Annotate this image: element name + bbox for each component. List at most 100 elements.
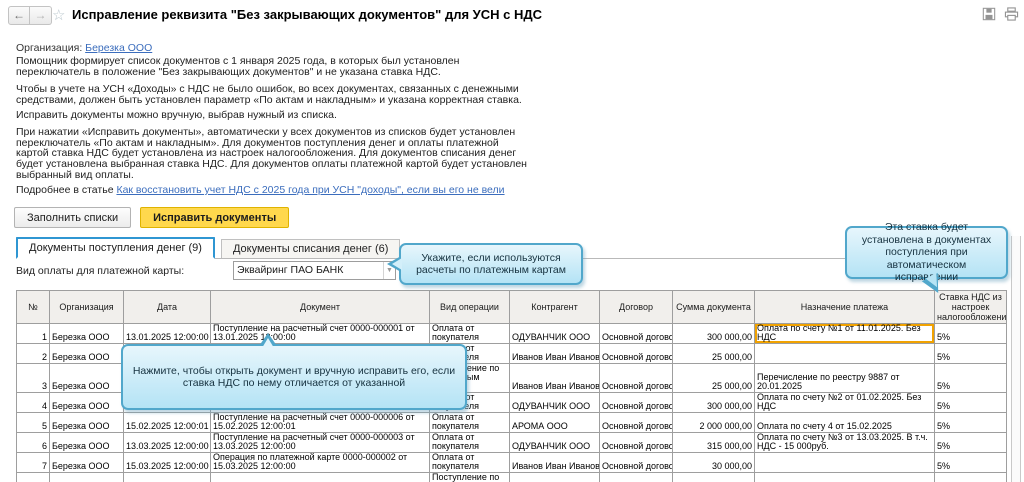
table-cell[interactable]: Березка ООО xyxy=(49,452,124,473)
table-cell[interactable]: 15.03.2025 12:00:00 xyxy=(123,452,211,473)
payment-type-label: Вид оплаты для платежной карты: xyxy=(16,265,185,277)
tab-money-income[interactable]: Документы поступления денег (9) xyxy=(16,237,215,259)
table-cell[interactable]: Основной договор xyxy=(599,472,673,482)
table-cell[interactable]: 5% xyxy=(934,412,1007,433)
callout-text: Укажите, если используются расчеты по пл… xyxy=(416,251,566,277)
table-cell[interactable]: Основной договор xyxy=(599,392,673,413)
table-cell[interactable]: Основной договор xyxy=(599,323,673,344)
table-cell[interactable]: Березка ООО xyxy=(49,363,124,393)
table-cell[interactable]: 15.02.2025 12:00:01 xyxy=(123,412,211,433)
back-button[interactable]: ← xyxy=(8,6,30,25)
table-cell[interactable]: 3 xyxy=(16,363,50,393)
table-cell[interactable]: Оплата по счету №2 от 01.02.2025. Без НД… xyxy=(754,392,935,413)
table-cell[interactable]: 6 xyxy=(16,432,50,453)
table-cell[interactable] xyxy=(754,343,935,364)
table-cell[interactable]: Оплата от покупателя xyxy=(429,412,510,433)
column-header: Документ xyxy=(210,290,430,324)
article-link[interactable]: Как восстановить учет НДС с 2025 года пр… xyxy=(116,184,504,196)
column-header: Вид операции xyxy=(429,290,510,324)
table-cell[interactable]: 13.03.2025 12:00:00 xyxy=(123,432,211,453)
table-cell[interactable]: 5% xyxy=(934,323,1007,344)
save-icon[interactable] xyxy=(982,7,996,21)
table-cell[interactable]: Поступление по платежным картам xyxy=(429,472,510,482)
callout-vat-rate: Эта ставка будет установлена в документа… xyxy=(845,221,1008,298)
table-cell[interactable]: 5% xyxy=(934,363,1007,393)
table-cell[interactable]: ОДУВАНЧИК ООО xyxy=(509,392,600,413)
table-cell[interactable] xyxy=(754,452,935,473)
table-row[interactable]: 7 Березка ООО 15.03.2025 12:00:00 Операция … xyxy=(16,452,1007,473)
column-header: Ставка НДС из настроек налогообложения xyxy=(934,290,1007,324)
table-row[interactable]: 8Березка ООО15.03.2025 12:00:01Поступлен… xyxy=(16,472,1007,482)
table-row[interactable]: 5 Березка ООО 15.02.2025 12:00:01 Поступлен… xyxy=(16,412,1007,433)
table-cell[interactable]: Основной договор xyxy=(599,432,673,453)
fill-lists-button[interactable]: Заполнить списки xyxy=(14,207,132,228)
table-cell[interactable]: Основной договор xyxy=(599,363,673,393)
page-title: Исправление реквизита "Без закрывающих д… xyxy=(72,7,542,22)
table-cell[interactable]: АРОМА ООО xyxy=(509,412,600,433)
table-cell[interactable]: Операция по платежной карте 0000-000002 … xyxy=(210,452,430,473)
table-cell[interactable]: 30 000,00 xyxy=(672,472,755,482)
table-cell[interactable]: 30 000,00 xyxy=(672,452,755,473)
vertical-scrollbar[interactable] xyxy=(1011,236,1021,482)
table-cell[interactable]: Березка ООО xyxy=(49,392,124,413)
table-cell[interactable]: ОДУВАНЧИК ООО xyxy=(509,323,600,344)
tab-money-writeoff[interactable]: Документы списания денег (6) xyxy=(220,239,401,258)
table-cell[interactable]: Оплата от покупателя xyxy=(429,452,510,473)
table-cell[interactable]: Березка ООО xyxy=(49,412,124,433)
print-icon[interactable] xyxy=(1004,7,1019,21)
table-cell[interactable]: Основной договор xyxy=(599,412,673,433)
table-cell[interactable]: Основной договор xyxy=(599,343,673,364)
auto-fix-paragraph: При нажатии «Исправить документы», автом… xyxy=(16,126,527,181)
table-cell[interactable]: Березка ООО xyxy=(49,472,124,482)
table-cell[interactable]: Поступление на расчетный счет 0000-00000… xyxy=(210,432,430,453)
table-row[interactable]: 1 Березка ООО 13.01.2025 12:00:00 Поступлен… xyxy=(16,323,1007,344)
table-cell[interactable]: 2 000 000,00 xyxy=(672,412,755,433)
table-cell[interactable]: Перечисление по реестру 9887 от 20.01.20… xyxy=(754,363,935,393)
table-cell[interactable]: Поступление на расчетный счет 0000-00000… xyxy=(210,323,430,344)
table-cell[interactable]: 8 xyxy=(16,472,50,482)
intro-paragraph: Помощник формирует список документов с 1… xyxy=(16,55,460,78)
table-row[interactable]: 6 Березка ООО 13.03.2025 12:00:00 Поступлен… xyxy=(16,432,1007,453)
organization-link[interactable]: Березка ООО xyxy=(85,42,152,54)
table-cell[interactable]: Березка ООО xyxy=(49,343,124,364)
column-header: Контрагент xyxy=(509,290,600,324)
table-cell[interactable]: Иванов Иван Иванович xyxy=(509,472,600,482)
table-cell[interactable]: Оплата по счету №1 от 11.01.2025. Без НД… xyxy=(754,323,935,344)
table-cell[interactable]: Оплата по счету №3 от 13.03.2025. В т.ч.… xyxy=(754,432,935,453)
table-cell[interactable]: 25 000,00 xyxy=(672,343,755,364)
table-cell[interactable]: Иванов Иван Иванович xyxy=(509,363,600,393)
table-cell[interactable]: 4 xyxy=(16,392,50,413)
table-cell[interactable]: Березка ООО xyxy=(49,323,124,344)
table-cell[interactable]: Поступление на расчетный счет 0000-00000… xyxy=(210,472,430,482)
table-cell[interactable]: Иванов Иван Иванович xyxy=(509,343,600,364)
favorite-star-icon[interactable]: ☆ xyxy=(52,6,65,24)
table-cell[interactable]: 25 000,00 xyxy=(672,363,755,393)
table-cell[interactable]: Перечисление по реестру 10003 от 15.03.2… xyxy=(754,472,935,482)
table-cell[interactable]: 5 xyxy=(16,412,50,433)
table-cell[interactable]: 13.01.2025 12:00:00 xyxy=(123,323,211,344)
table-cell[interactable]: Оплата от покупателя xyxy=(429,432,510,453)
table-cell[interactable]: Иванов Иван Иванович xyxy=(509,452,600,473)
table-cell[interactable]: Оплата от покупателя xyxy=(429,323,510,344)
fix-documents-button[interactable]: Исправить документы xyxy=(140,207,290,228)
table-cell[interactable]: Основной договор xyxy=(599,452,673,473)
table-cell[interactable]: 15.03.2025 12:00:01 xyxy=(123,472,211,482)
payment-type-input[interactable]: Эквайринг ПАО БАНК ▼ xyxy=(233,261,396,280)
forward-button[interactable]: → xyxy=(30,6,52,25)
table-cell[interactable]: 300 000,00 xyxy=(672,392,755,413)
table-cell[interactable]: Оплата по счету 4 от 15.02.2025 xyxy=(754,412,935,433)
table-cell[interactable]: 300 000,00 xyxy=(672,323,755,344)
requirement-paragraph: Чтобы в учете на УСН «Доходы» с НДС не б… xyxy=(16,83,522,106)
table-cell[interactable]: 7 xyxy=(16,452,50,473)
table-cell[interactable]: 5% xyxy=(934,392,1007,413)
table-cell[interactable]: 2 xyxy=(16,343,50,364)
table-cell[interactable]: 5% xyxy=(934,472,1007,482)
table-cell[interactable]: Поступление на расчетный счет 0000-00000… xyxy=(210,412,430,433)
table-cell[interactable]: 5% xyxy=(934,432,1007,453)
table-cell[interactable]: 1 xyxy=(16,323,50,344)
table-cell[interactable]: 315 000,00 xyxy=(672,432,755,453)
table-cell[interactable]: Березка ООО xyxy=(49,432,124,453)
table-cell[interactable]: 5% xyxy=(934,343,1007,364)
table-cell[interactable]: ОДУВАНЧИК ООО xyxy=(509,432,600,453)
table-cell[interactable]: 5% xyxy=(934,452,1007,473)
